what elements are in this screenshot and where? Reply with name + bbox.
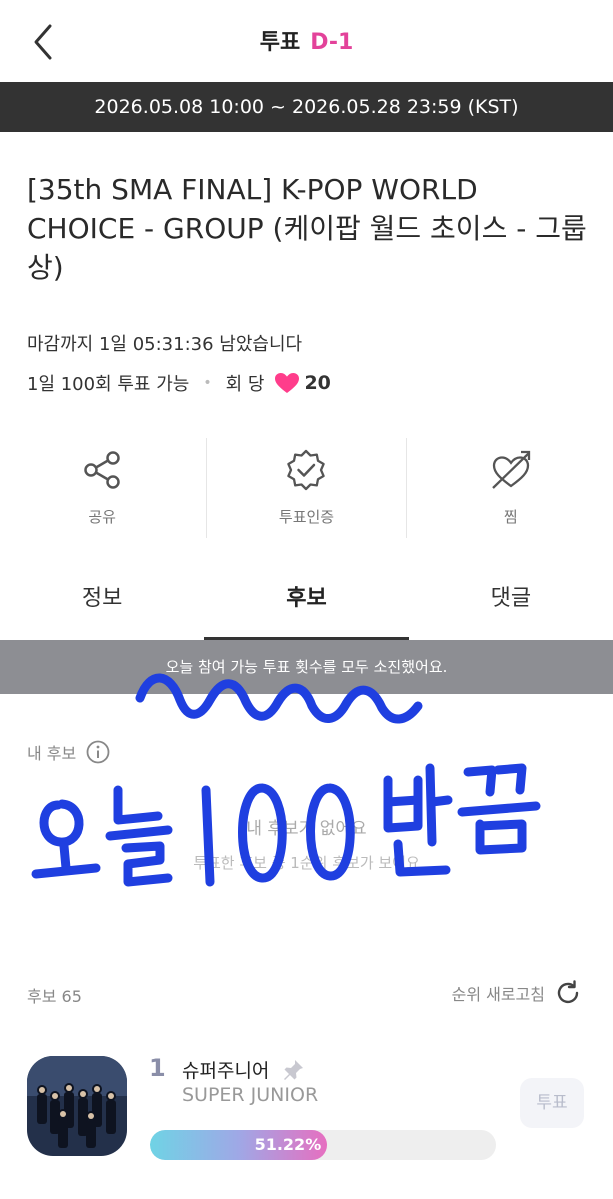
tab-info[interactable]: 정보	[0, 560, 204, 640]
vote-title: [35th SMA FINAL] K-POP WORLD CHOICE - GR…	[27, 173, 587, 284]
share-icon	[84, 451, 120, 489]
vote-progress-fill: 51.22%	[150, 1130, 328, 1160]
verified-badge-icon	[287, 449, 326, 491]
deadline-countdown: 마감까지 1일 05:31:36 남았습니다	[27, 334, 303, 355]
per-vote-label: 회 당	[225, 374, 265, 395]
tab-bar: 정보 후보 댓글	[0, 560, 613, 640]
vote-certify-label: 투표인증	[278, 508, 335, 526]
vote-percent-label: 51.22%	[254, 1135, 322, 1154]
share-button[interactable]: 공유	[0, 438, 204, 538]
vote-exhausted-notice: 오늘 참여 가능 투표 횟수를 모두 소진했어요.	[0, 640, 613, 694]
vote-button[interactable]: 투표	[520, 1078, 584, 1128]
refresh-ranking-button[interactable]: 순위 새로고침	[452, 980, 581, 1006]
refresh-icon	[557, 980, 579, 1004]
tab-comments[interactable]: 댓글	[409, 560, 613, 640]
app-header: 투표 D-1	[0, 0, 613, 82]
vote-limit-row: 1일 100회 투표 가능 • 회 당 20	[27, 370, 331, 396]
candidate-name: 슈퍼주니어	[182, 1056, 305, 1083]
favorite-button[interactable]: 찜	[409, 438, 613, 538]
candidate-name-text: 슈퍼주니어	[182, 1060, 270, 1082]
refresh-label: 순위 새로고침	[451, 985, 545, 1004]
candidate-name-en: SUPER JUNIOR	[182, 1084, 319, 1106]
tab-candidates[interactable]: 후보	[204, 560, 409, 640]
daily-limit-text: 1일 100회 투표 가능	[27, 374, 190, 395]
action-bar: 공유 투표인증 찜	[0, 438, 613, 538]
my-candidate-header: 내 후보	[27, 740, 110, 764]
page-title-text: 투표	[259, 30, 301, 55]
heart-arrow-icon	[492, 450, 530, 489]
candidate-count: 후보 65	[27, 987, 82, 1006]
favorite-label: 찜	[503, 508, 518, 526]
action-divider	[206, 438, 207, 538]
candidate-rank: 1	[149, 1054, 166, 1082]
share-label: 공유	[88, 508, 116, 526]
vote-certify-button[interactable]: 투표인증	[204, 438, 408, 538]
page-title: 투표 D-1	[0, 24, 613, 56]
pin-icon[interactable]	[281, 1058, 305, 1082]
action-divider	[406, 438, 407, 538]
my-candidate-label: 내 후보	[27, 744, 77, 763]
dday-badge: D-1	[310, 30, 354, 55]
separator-dot: •	[203, 375, 212, 391]
info-icon[interactable]	[86, 740, 110, 764]
candidate-row[interactable]: 1 슈퍼주니어 SUPER JUNIOR 투표 51.22%	[0, 1040, 613, 1170]
vote-period-bar: 2026.05.08 10:00 ~ 2026.05.28 23:59 (KST…	[0, 82, 613, 132]
my-candidate-empty-title: 내 후보가 없어요	[246, 819, 367, 839]
my-candidate-empty-subtitle: 투표한 후보 중 1순위 후보가 보여요	[193, 854, 420, 872]
vote-progress-bar: 51.22%	[150, 1130, 496, 1160]
heart-icon	[274, 372, 300, 394]
handwritten-scribble	[31, 673, 541, 887]
candidate-photo	[27, 1056, 127, 1156]
points-per-vote: 20	[304, 372, 331, 394]
